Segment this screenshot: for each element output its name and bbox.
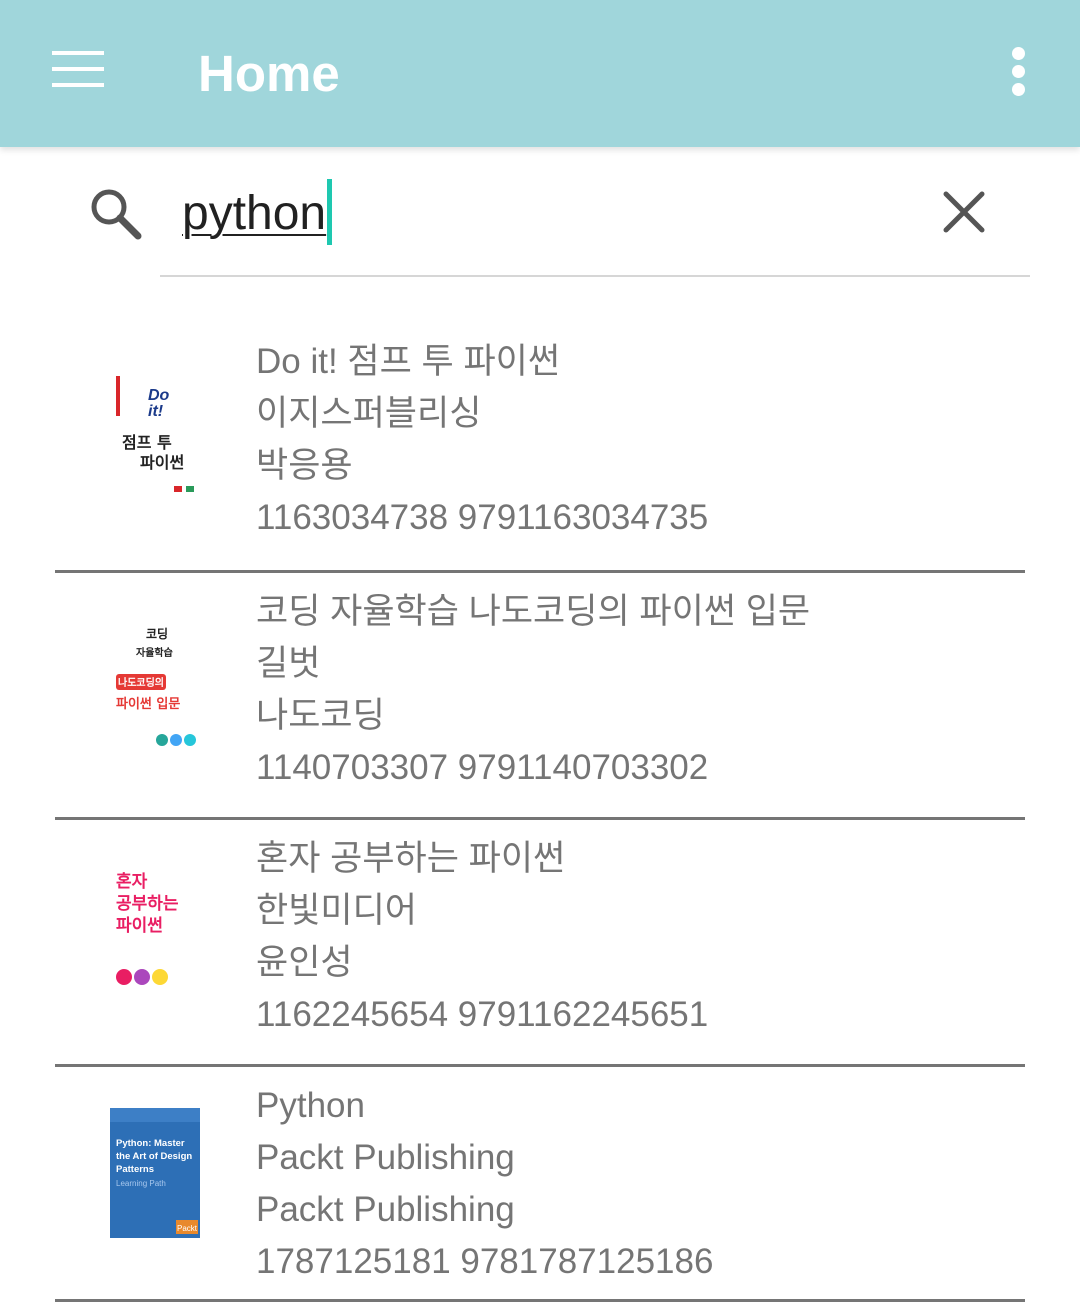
app-bar: Home — [0, 0, 1080, 147]
book-isbn: 1787125181 9781787125186 — [256, 1242, 714, 1281]
search-input[interactable]: python — [182, 179, 333, 246]
svg-text:Do: Do — [148, 387, 170, 404]
search-underline — [160, 275, 1030, 277]
list-item[interactable]: 코딩 자율학습 나도코딩의 파이썬 입문 코딩 자율학습 나도코딩의 파이썬 입… — [0, 570, 1080, 818]
svg-text:파이썬 입문: 파이썬 입문 — [116, 696, 180, 712]
book-title: Do it! 점프 투 파이썬 — [256, 342, 561, 381]
book-author: 나도코딩 — [256, 696, 385, 735]
book-publisher: 한빛미디어 — [256, 891, 418, 930]
book-author: Packt Publishing — [256, 1190, 515, 1229]
book-cover-image: 혼자 공부하는 파이썬 — [110, 867, 200, 997]
svg-text:자율학습: 자율학습 — [136, 646, 173, 659]
svg-text:Learning Path: Learning Path — [116, 1179, 166, 1188]
text-caret — [327, 179, 333, 245]
list-item[interactable]: Python: Master the Art of Design Pattern… — [0, 1064, 1080, 1312]
book-publisher: 길벗 — [256, 644, 321, 683]
svg-text:파이썬: 파이썬 — [116, 916, 163, 936]
svg-text:파이썬: 파이썬 — [140, 453, 184, 472]
book-cover-image: 코딩 자율학습 나도코딩의 파이썬 입문 — [110, 620, 200, 750]
book-cover-image: Do it! 점프 투 파이썬 — [110, 372, 200, 502]
book-publisher: Packt Publishing — [256, 1138, 515, 1177]
book-isbn: 1162245654 9791162245651 — [256, 995, 709, 1034]
svg-text:Patterns: Patterns — [116, 1164, 154, 1175]
book-author: 윤인성 — [256, 943, 353, 982]
svg-text:나도코딩의: 나도코딩의 — [118, 676, 164, 689]
book-publisher: 이지스퍼블리싱 — [256, 394, 482, 433]
svg-text:Python: Master: Python: Master — [116, 1138, 185, 1149]
svg-text:the Art of Design: the Art of Design — [116, 1151, 192, 1162]
svg-text:Packt: Packt — [177, 1224, 198, 1233]
book-isbn: 1140703307 9791140703302 — [256, 748, 709, 787]
hamburger-menu-icon[interactable] — [52, 51, 104, 87]
book-title: 코딩 자율학습 나도코딩의 파이썬 입문 — [256, 592, 811, 631]
svg-text:공부하는: 공부하는 — [116, 894, 179, 914]
book-title: Python — [256, 1086, 365, 1125]
svg-text:점프 투: 점프 투 — [122, 433, 172, 452]
close-icon[interactable] — [942, 190, 986, 234]
page-title: Home — [198, 45, 340, 102]
svg-text:it!: it! — [148, 403, 164, 420]
more-vert-icon[interactable] — [1005, 45, 1033, 97]
list-divider — [55, 1299, 1025, 1302]
svg-text:코딩: 코딩 — [146, 626, 168, 641]
search-icon — [88, 186, 142, 240]
svg-text:혼자: 혼자 — [116, 871, 148, 892]
book-title: 혼자 공부하는 파이썬 — [256, 839, 566, 878]
list-item[interactable]: Do it! 점프 투 파이썬 Do it! 점프 투 파이썬 이지스퍼블리싱 … — [0, 320, 1080, 568]
book-cover-image: Python: Master the Art of Design Pattern… — [110, 1108, 200, 1238]
search-query-text: python — [182, 187, 327, 240]
book-isbn: 1163034738 9791163034735 — [256, 498, 709, 537]
list-item[interactable]: 혼자 공부하는 파이썬 혼자 공부하는 파이썬 한빛미디어 윤인성 116224… — [0, 817, 1080, 1065]
book-author: 박응용 — [256, 446, 353, 485]
